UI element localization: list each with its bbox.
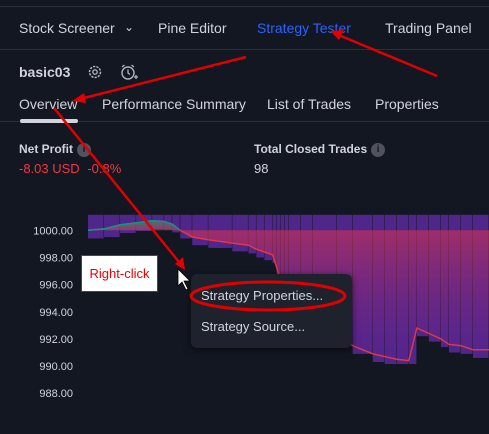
net-profit-usd: -8.03 USD [19,161,80,176]
gear-icon[interactable] [86,63,104,81]
add-alarm-icon[interactable] [119,63,138,81]
tab-strategy-tester[interactable]: Strategy Tester [257,20,351,36]
menu-item-strategy-source[interactable]: Strategy Source... [201,319,305,334]
bottom-panel-tabs: Stock Screener ⌄ Pine Editor Strategy Te… [0,7,489,50]
subtab-overview[interactable]: Overview [19,96,77,112]
net-profit-value: -8.03 USD -0.8% [19,161,121,176]
y-tick-label: 1000.00 [33,225,73,237]
drawdown-bar [88,214,104,239]
info-icon[interactable]: i [77,142,91,157]
total-closed-trades-label: Total Closed Trades i [254,142,386,157]
y-tick-label: 996.00 [39,280,73,292]
net-profit-label: Net Profit i [19,142,91,157]
subtab-properties[interactable]: Properties [375,96,439,112]
total-closed-trades-value: 98 [254,161,269,176]
tab-stock-screener[interactable]: Stock Screener [19,20,115,36]
annotation-arrow [83,55,247,100]
strategy-name: basic03 [19,64,71,80]
subtab-list-of-trades[interactable]: List of Trades [267,96,351,112]
tab-pine-editor[interactable]: Pine Editor [158,20,226,36]
y-tick-label: 990.00 [39,361,73,373]
context-menu: Strategy Properties... Strategy Source..… [191,274,352,348]
info-icon[interactable]: i [371,142,386,157]
top-border [0,0,489,7]
right-click-annotation: Right-click [81,255,158,292]
active-subtab-indicator [20,119,78,123]
y-tick-label: 988.00 [39,388,73,400]
tab-trading-panel[interactable]: Trading Panel [385,20,472,36]
menu-item-strategy-properties[interactable]: Strategy Properties... [201,288,323,303]
net-profit-percent: -0.8% [87,161,122,176]
y-tick-label: 998.00 [39,252,73,264]
subtab-performance-summary[interactable]: Performance Summary [102,96,246,112]
chevron-down-icon[interactable]: ⌄ [124,20,134,34]
drawdown-bar [192,214,208,246]
y-tick-label: 992.00 [39,334,73,346]
y-tick-label: 994.00 [39,307,73,319]
